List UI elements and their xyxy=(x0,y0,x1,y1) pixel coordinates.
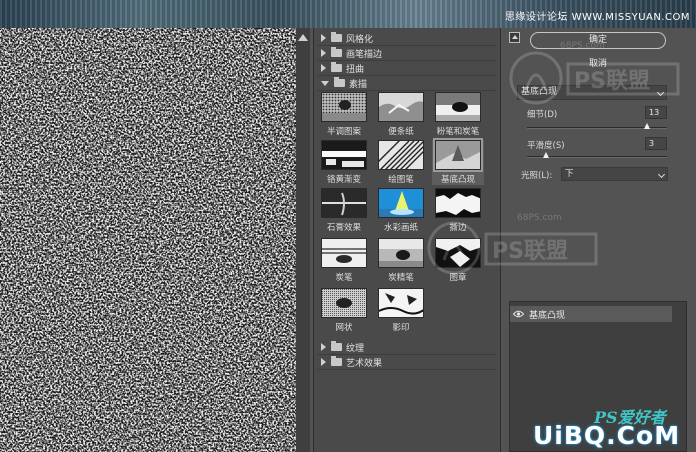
scroll-up-arrow-icon[interactable] xyxy=(298,34,308,41)
thumb-image xyxy=(378,288,424,318)
eye-visibility-icon[interactable] xyxy=(510,306,526,322)
light-select[interactable]: 下 xyxy=(561,167,668,181)
smoothness-slider-handle[interactable] xyxy=(543,152,549,158)
collapse-arrow-icon xyxy=(321,80,329,86)
collapse-gallery-button[interactable] xyxy=(509,32,520,43)
thumb-charcoal[interactable]: 炭笔 xyxy=(318,238,370,283)
thumb-plaster[interactable]: 石膏效果 xyxy=(318,188,370,233)
thumb-image xyxy=(321,288,367,318)
folder-sketch[interactable]: 素描 xyxy=(318,76,496,91)
chevron-down-icon xyxy=(656,88,665,97)
preview-canvas[interactable] xyxy=(0,28,296,452)
filter-gallery: 风格化 画笔描边 扭曲 素描 半调图案 便条纸 粉笔和炭笔 铬黄渐变 绘图笔 基… xyxy=(313,28,501,452)
expand-arrow-icon xyxy=(321,49,326,57)
smoothness-value-input[interactable]: 3 xyxy=(645,137,667,150)
thumb-halftone-pattern[interactable]: 半调图案 xyxy=(318,92,370,137)
thumb-stamp[interactable]: 图章 xyxy=(432,238,484,283)
effect-layer-row[interactable]: 基底凸现 xyxy=(510,306,672,322)
folder-open-icon xyxy=(334,77,345,87)
thumb-conte-crayon[interactable]: 炭精笔 xyxy=(375,238,427,283)
folder-brush-strokes[interactable]: 画笔描边 xyxy=(318,46,496,61)
light-label: 光照(L): xyxy=(521,171,553,181)
thumb-image xyxy=(378,238,424,268)
folder-icon xyxy=(331,341,342,351)
thumb-torn-edges[interactable]: 撕边 xyxy=(432,188,484,233)
preview-scrollbar[interactable] xyxy=(296,28,310,452)
thumb-image xyxy=(321,238,367,268)
thumb-chalk-charcoal[interactable]: 粉笔和炭笔 xyxy=(432,92,484,137)
cancel-button[interactable]: 取消 xyxy=(530,56,666,73)
folder-icon xyxy=(331,62,342,72)
site-watermark-1: 68PS.com xyxy=(560,41,605,51)
thumb-note-paper[interactable]: 便条纸 xyxy=(375,92,427,137)
thumb-water-paper[interactable]: 水彩画纸 xyxy=(375,188,427,233)
thumb-image xyxy=(378,92,424,122)
folder-icon xyxy=(331,32,342,42)
noise-preview-image xyxy=(0,28,296,452)
detail-value-input[interactable]: 13 xyxy=(645,106,667,119)
folder-stylize[interactable]: 风格化 xyxy=(318,31,496,46)
thumb-bas-relief[interactable]: 基底凸现 xyxy=(432,138,484,185)
expand-arrow-icon xyxy=(321,358,326,366)
thumb-image xyxy=(321,92,367,122)
expand-arrow-icon xyxy=(321,343,326,351)
expand-arrow-icon xyxy=(321,34,326,42)
thumb-photocopy[interactable]: 影印 xyxy=(375,288,427,333)
detail-slider-handle[interactable] xyxy=(644,123,650,129)
folder-artistic[interactable]: 艺术效果 xyxy=(318,355,496,370)
chevron-down-icon xyxy=(657,170,666,179)
thumb-graphic-pen[interactable]: 绘图笔 xyxy=(375,140,427,185)
folder-icon xyxy=(331,356,342,366)
thumb-image xyxy=(378,188,424,218)
thumb-chrome[interactable]: 铬黄渐变 xyxy=(318,140,370,185)
folder-distort[interactable]: 扭曲 xyxy=(318,61,496,76)
thumb-image xyxy=(378,140,424,170)
thumb-image xyxy=(435,92,481,122)
filter-select[interactable]: 基底凸现 xyxy=(517,85,667,100)
folder-icon xyxy=(331,47,342,57)
top-watermark: 思缘设计论坛 WWW.MISSYUAN.COM xyxy=(504,12,690,23)
site-watermark-2: 68PS.com xyxy=(517,213,562,223)
folder-texture[interactable]: 纹理 xyxy=(318,340,496,355)
detail-label: 细节(D) xyxy=(527,110,558,120)
thumb-reticulation[interactable]: 网状 xyxy=(318,288,370,333)
thumb-image xyxy=(321,188,367,218)
thumb-image xyxy=(435,188,481,218)
thumb-image xyxy=(433,138,483,172)
expand-arrow-icon xyxy=(321,64,326,72)
smoothness-label: 平滑度(S) xyxy=(527,141,565,151)
thumb-image xyxy=(435,238,481,268)
uibq-watermark: UiBQ.CoM xyxy=(533,421,681,450)
svg-text:PS联盟: PS联盟 xyxy=(492,239,568,264)
thumb-image xyxy=(321,140,367,170)
